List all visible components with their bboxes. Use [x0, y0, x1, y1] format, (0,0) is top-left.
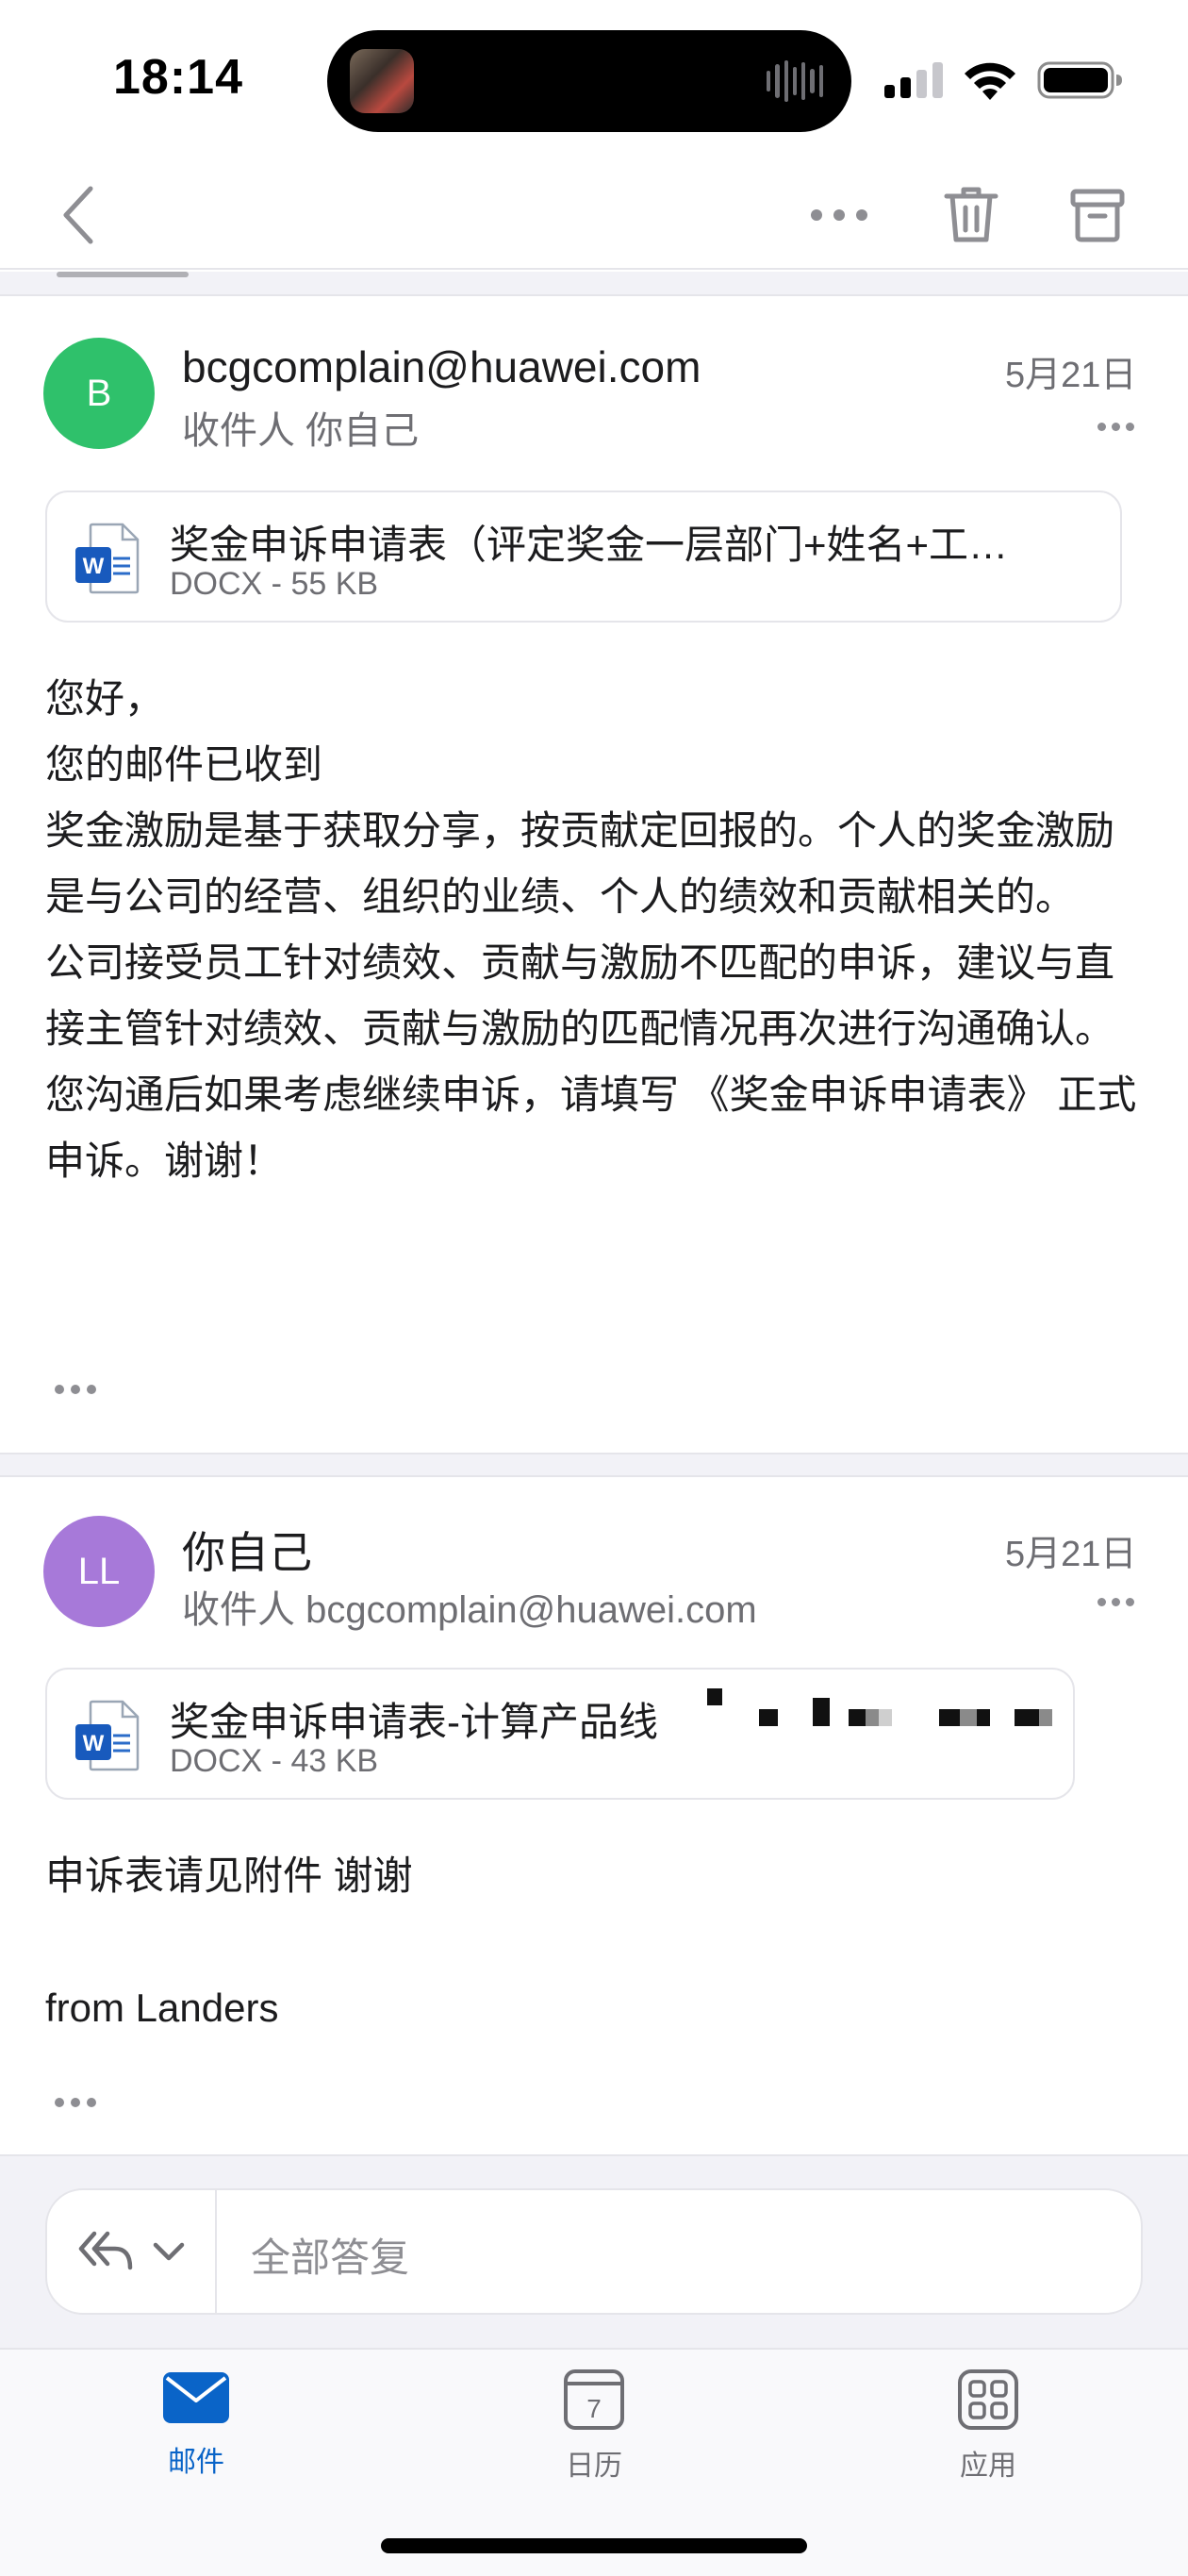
recipient-line[interactable]: 收件人 bcgcomplain@huawei.com [182, 1579, 757, 1634]
home-indicator[interactable] [381, 2538, 807, 2553]
body-line: 您的邮件已收到 [45, 742, 323, 787]
chevron-down-icon [153, 2242, 185, 2261]
body-line [45, 1909, 1143, 1975]
chevron-left-icon [63, 186, 93, 244]
avatar: B [43, 338, 155, 449]
message-date: 5月21日 [1005, 1535, 1137, 1574]
navigation-bar [0, 160, 1188, 270]
body-line: 公司接受员工针对绩效、贡献与激励不匹配的申诉，建议与直接主管针对绩效、贡献与激励… [45, 940, 1115, 1051]
collapsed-message-edge [0, 272, 1188, 296]
avatar: LL [43, 1516, 155, 1627]
reply-bar: 全部答复 [0, 2154, 1188, 2348]
delete-button[interactable] [933, 177, 1009, 253]
now-playing-artwork[interactable] [350, 49, 414, 113]
calendar-icon: 7 [564, 2369, 624, 2430]
dynamic-island[interactable] [327, 30, 851, 132]
audio-waveform-icon [767, 60, 823, 102]
archive-icon [1070, 189, 1125, 242]
reply-box[interactable]: 全部答复 [45, 2188, 1143, 2315]
reply-type-selector[interactable] [47, 2190, 217, 2313]
reply-input[interactable]: 全部答复 [251, 2226, 409, 2284]
svg-text:W: W [83, 554, 105, 579]
reply-all-icon [78, 2231, 133, 2270]
attachment-name: 奖金申诉申请表（评定奖金一层部门+姓名+工… [170, 523, 1009, 567]
svg-text:W: W [83, 1731, 105, 1756]
tab-label: 应用 [960, 2451, 1016, 2482]
attachment-card[interactable]: W 奖金申诉申请表（评定奖金一层部门+姓名+工… DOCX - 55 KB [45, 490, 1122, 623]
recipient-line[interactable]: 收件人 你自己 [182, 400, 419, 455]
body-line: 您沟通后如果考虑继续申诉，请填写 《奖金申诉申请表》 正式申诉。谢谢！ [45, 1072, 1137, 1183]
attachment-size: DOCX - 43 KB [170, 1743, 379, 1779]
mail-icon [163, 2372, 229, 2423]
status-time: 18:14 [113, 50, 243, 105]
attachment-name: 奖金申诉申请表-计算产品线 [170, 1700, 658, 1744]
body-line: 您好， [45, 676, 165, 721]
tab-label: 邮件 [168, 2447, 224, 2478]
attachment-size: DOCX - 55 KB [170, 566, 379, 602]
message-divider [0, 1453, 1188, 1477]
cellular-signal-icon [884, 62, 945, 98]
message-body: 申诉表请见附件 谢谢 from Landers [45, 1843, 1143, 2041]
wifi-icon [965, 62, 1015, 100]
message-more-icon[interactable] [1097, 1598, 1135, 1609]
trash-icon [944, 187, 998, 242]
show-quoted-text-button[interactable] [55, 2098, 96, 2107]
apps-icon [958, 2369, 1018, 2430]
sender-name[interactable]: bcgcomplain@huawei.com [182, 341, 701, 392]
tab-apps[interactable]: 应用 [894, 2368, 1082, 2501]
body-line: from Landers [45, 1986, 279, 2030]
archive-button[interactable] [1060, 177, 1135, 253]
tab-label: 日历 [566, 2451, 622, 2482]
battery-icon [1037, 61, 1122, 99]
tab-calendar[interactable]: 7 日历 [500, 2368, 688, 2501]
body-line: 奖金激励是基于获取分享，按贡献定回报的。个人的奖金激励是与公司的经营、组织的业绩… [45, 808, 1115, 919]
calendar-day: 7 [586, 2394, 602, 2423]
message-body: 您好， 您的邮件已收到 奖金激励是基于获取分享，按贡献定回报的。个人的奖金激励是… [45, 666, 1143, 1194]
message-more-icon[interactable] [1097, 423, 1135, 434]
tab-mail[interactable]: 邮件 [102, 2368, 290, 2501]
body-line: 申诉表请见附件 谢谢 [45, 1853, 413, 1898]
word-document-icon: W [75, 1700, 140, 1771]
word-document-icon: W [75, 523, 140, 594]
attachment-card[interactable]: W 奖金申诉申请表-计算产品线 DOCX - 43 KB [45, 1668, 1075, 1800]
more-options-button[interactable] [801, 177, 877, 253]
more-horizontal-icon [811, 209, 867, 221]
sender-name[interactable]: 你自己 [182, 1519, 312, 1581]
message-date: 5月21日 [1005, 356, 1137, 395]
back-button[interactable] [41, 177, 117, 253]
show-quoted-text-button[interactable] [55, 1385, 96, 1394]
status-bar: 18:14 [0, 0, 1188, 160]
